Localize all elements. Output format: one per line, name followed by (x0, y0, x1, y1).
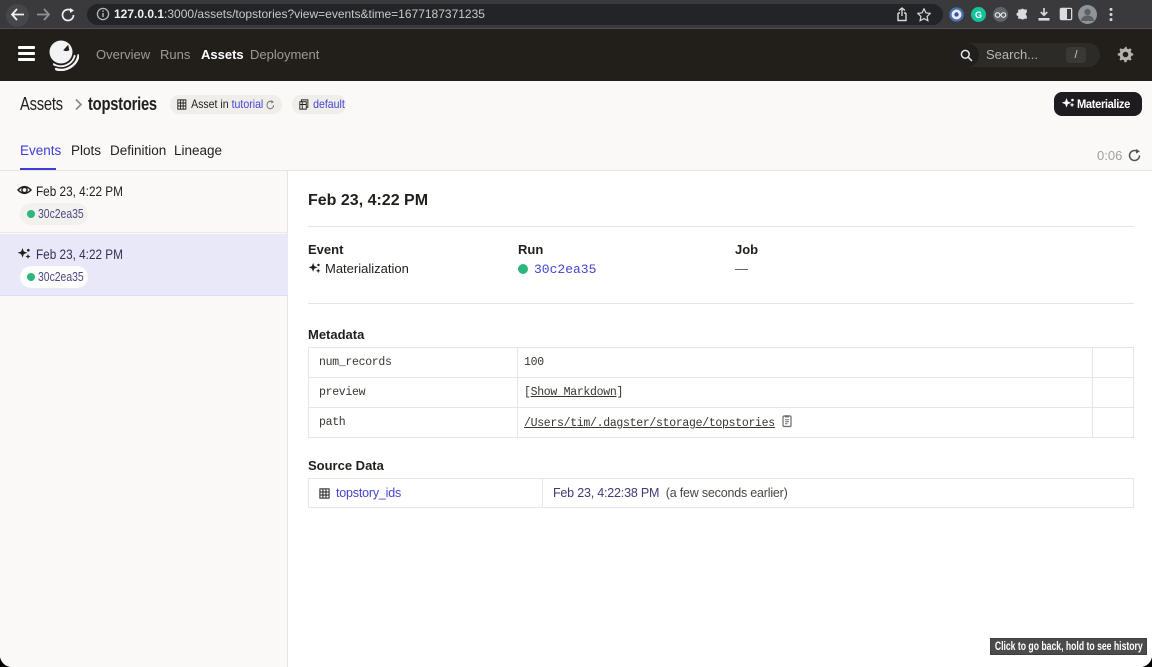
svg-text:G: G (975, 10, 982, 20)
